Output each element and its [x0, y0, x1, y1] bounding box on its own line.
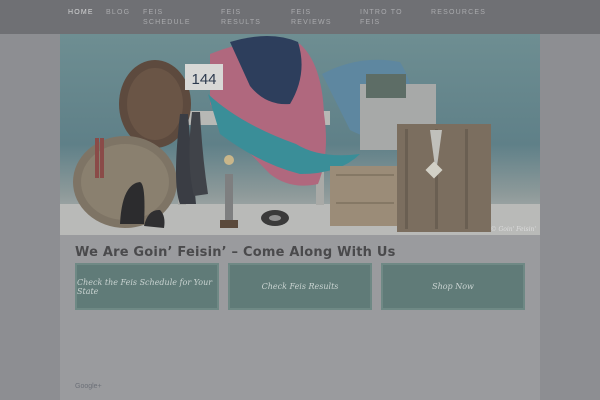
nav-blog[interactable]: BLOG: [106, 8, 130, 18]
top-navigation: HOME BLOG FEIS SCHEDULE FEIS RESULTS FEI…: [0, 0, 600, 34]
number-card-text: 144: [191, 71, 216, 88]
page-title: We Are Goin’ Feisin’ – Come Along With U…: [75, 245, 396, 260]
nav-intro-to-feis[interactable]: INTRO TO FEIS: [360, 8, 415, 28]
hero-image: 144 © Goin' Feisin': [60, 34, 540, 235]
hero-photo-illustration: 144: [60, 36, 540, 235]
page-content: 144 © Goin' Feisin' We Are Goin’ Feisin’…: [60, 34, 540, 400]
nav-feis-schedule[interactable]: FEIS SCHEDULE: [143, 8, 203, 28]
nav-feis-results[interactable]: FEIS RESULTS: [221, 8, 271, 28]
nav-feis-reviews[interactable]: FEIS REVIEWS: [291, 8, 341, 28]
check-feis-schedule-button[interactable]: Check the Feis Schedule for Your State: [75, 263, 219, 310]
nav-resources[interactable]: RESOURCES: [431, 8, 486, 18]
nav-home[interactable]: HOME: [68, 8, 94, 18]
photo-credit: © Goin' Feisin': [490, 226, 536, 233]
check-feis-results-button[interactable]: Check Feis Results: [228, 263, 372, 310]
shop-now-button[interactable]: Shop Now: [381, 263, 525, 310]
google-plus-link[interactable]: Google+: [75, 383, 102, 390]
